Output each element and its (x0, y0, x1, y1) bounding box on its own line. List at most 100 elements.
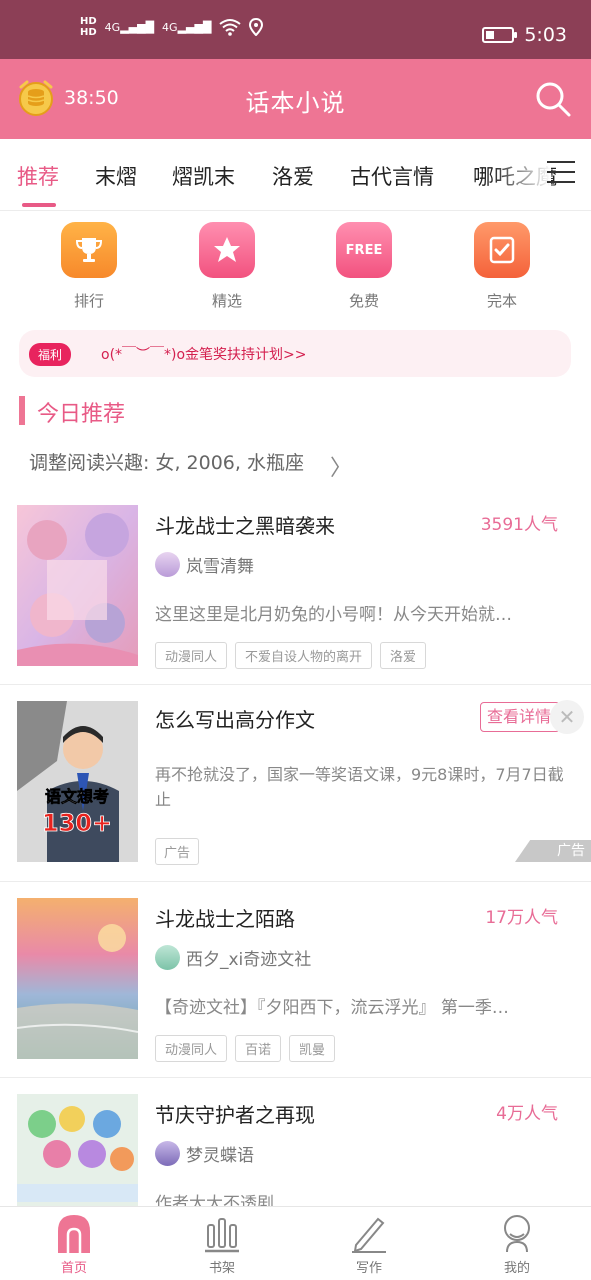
avatar (155, 552, 180, 577)
signal-icon: 4G▂▄▆█ (104, 20, 155, 34)
hd-label: HD (80, 16, 97, 27)
menu-icon[interactable] (547, 161, 575, 187)
author-name: 梦灵蝶语 (186, 1146, 254, 1166)
close-icon[interactable]: ✕ (550, 700, 584, 734)
avatar (155, 1141, 180, 1166)
welfare-tag: 福利 (29, 343, 72, 366)
hd-indicator: HD HD (80, 16, 97, 38)
nav-label: 首页 (60, 1261, 87, 1276)
quick-ranking[interactable]: 排行 (54, 222, 124, 311)
nav-write[interactable]: 写作 (334, 1213, 404, 1276)
pen-icon (352, 1217, 386, 1253)
hd-label: HD (80, 27, 97, 38)
book-tag[interactable]: 洛爱 (380, 642, 427, 669)
quick-label: 完本 (486, 292, 517, 310)
book-title[interactable]: 斗龙战士之陌路 (155, 903, 295, 932)
section-title: 今日推荐 (37, 402, 126, 427)
ad-description: 再不抢就没了，国家一等奖语文课，9元8课时，7月7日截止 (155, 765, 564, 809)
app-header: 38:50 话本小说 (0, 59, 591, 139)
app-title: 话本小说 (245, 89, 346, 117)
tab-fade (491, 139, 551, 209)
book-title[interactable]: 节庆守护者之再现 (155, 1099, 315, 1128)
nav-profile[interactable]: 我的 (482, 1213, 552, 1276)
book-author[interactable]: 梦灵蝶语 (155, 1141, 254, 1166)
book-tags: 动漫同人 百诺 凯曼 (155, 1035, 336, 1062)
nav-label: 书架 (208, 1261, 235, 1276)
book-tags: 动漫同人 不爱自设人物的离开 洛爱 (155, 642, 427, 669)
trophy-icon (61, 222, 117, 278)
home-icon (58, 1215, 90, 1253)
book-intro: 【奇迹文社】『夕阳西下，流云浮光』 第一季… (155, 998, 509, 1018)
quick-featured[interactable]: 精选 (192, 222, 262, 311)
book-popularity: 3591人气 (480, 515, 558, 535)
network-type: 4G (162, 20, 178, 34)
ad-detail-button[interactable]: 查看详情 (480, 702, 560, 732)
welfare-banner[interactable]: 福利 o(*￣︶￣*)o金笔奖扶持计划>> (19, 330, 571, 377)
profile-icon (504, 1215, 530, 1253)
tab-moyi[interactable]: 末熠 (95, 161, 137, 191)
quick-label: 精选 (211, 292, 242, 310)
ad-cover-text: 130+ (42, 809, 112, 837)
wifi-icon (219, 19, 242, 36)
book-cover[interactable] (17, 505, 138, 666)
nav-bookshelf[interactable]: 书架 (187, 1213, 257, 1276)
quick-label: 免费 (348, 292, 379, 310)
chevron-right-icon[interactable]: 〉 (330, 450, 352, 482)
book-cover[interactable] (17, 898, 138, 1059)
ad-badge-label: 广告 (557, 843, 585, 859)
book-popularity: 4万人气 (496, 1104, 558, 1124)
network-type: 4G (104, 20, 121, 34)
complete-icon (474, 222, 530, 278)
tab-active-indicator (22, 203, 56, 207)
category-tabs: 推荐 末熠 熠凯末 洛爱 古代言情 哪吒之魔 (0, 139, 591, 211)
location-icon (249, 18, 264, 36)
book-intro: 这里这里是北月奶兔的小号啊！从今天开始就… (155, 605, 512, 625)
book-tag[interactable]: 百诺 (235, 1035, 282, 1062)
book-author[interactable]: 岚雪清舞 (155, 552, 254, 577)
quick-free[interactable]: FREE 免费 (329, 222, 399, 311)
book-card[interactable]: 节庆守护者之再现 4万人气 梦灵蝶语 作者大大不透剧 (0, 1079, 591, 1206)
book-intro: 作者大大不透剧 (155, 1194, 274, 1206)
tab-yikaimo[interactable]: 熠凯末 (172, 161, 235, 191)
tab-recommend[interactable]: 推荐 (17, 161, 59, 191)
avatar (155, 945, 180, 970)
nav-label: 我的 (503, 1261, 530, 1276)
section-marker (19, 396, 25, 425)
nav-home[interactable]: 首页 (39, 1213, 109, 1276)
tab-ancient-romance[interactable]: 古代言情 (350, 161, 434, 191)
free-icon: FREE (336, 222, 392, 278)
nav-label: 写作 (355, 1261, 382, 1276)
status-right: 5:03 (482, 24, 567, 46)
signal-icon: 4G▂▄▆█ (162, 20, 212, 34)
book-tag[interactable]: 不爱自设人物的离开 (235, 642, 373, 669)
ad-cover-text: 语文想考 (45, 787, 109, 806)
book-cover[interactable] (17, 1094, 138, 1206)
status-time: 5:03 (524, 24, 567, 46)
book-card[interactable]: 斗龙战士之黑暗袭来 3591人气 岚雪清舞 这里这里是北月奶兔的小号啊！从今天开… (0, 490, 591, 685)
bottom-nav: 首页 书架 写作 我的 (0, 1206, 591, 1280)
search-icon[interactable] (533, 79, 573, 119)
tab-luoai[interactable]: 洛爱 (272, 161, 314, 191)
author-name: 岚雪清舞 (186, 557, 254, 577)
status-left: HD HD 4G▂▄▆█ 4G▂▄▆█ (80, 16, 264, 38)
battery-icon (482, 27, 518, 43)
book-tag[interactable]: 凯曼 (289, 1035, 336, 1062)
book-card[interactable]: 斗龙战士之陌路 17万人气 西夕_xi奇迹文社 【奇迹文社】『夕阳西下，流云浮光… (0, 883, 591, 1078)
ad-tag: 广告 (155, 838, 200, 865)
status-bar: HD HD 4G▂▄▆█ 4G▂▄▆█ 5:03 (0, 0, 591, 59)
adjust-interest-link[interactable]: 调整阅读兴趣: 女, 2006, 水瓶座 (29, 448, 304, 475)
book-author[interactable]: 西夕_xi奇迹文社 (155, 945, 311, 970)
welfare-text: o(*￣︶￣*)o金笔奖扶持计划>> (101, 347, 307, 363)
author-name: 西夕_xi奇迹文社 (186, 950, 312, 970)
quick-label: 排行 (73, 292, 104, 310)
ad-title[interactable]: 怎么写出高分作文 (155, 704, 315, 733)
quick-complete[interactable]: 完本 (467, 222, 537, 311)
book-tag[interactable]: 动漫同人 (155, 642, 228, 669)
ad-cover-image[interactable]: 语文想考 130+ (17, 701, 138, 862)
bookshelf-icon (205, 1218, 239, 1253)
star-icon (199, 222, 255, 278)
book-title[interactable]: 斗龙战士之黑暗袭来 (155, 510, 335, 539)
book-tag[interactable]: 动漫同人 (155, 1035, 228, 1062)
free-icon-text: FREE (345, 242, 383, 258)
book-popularity: 17万人气 (485, 908, 558, 928)
